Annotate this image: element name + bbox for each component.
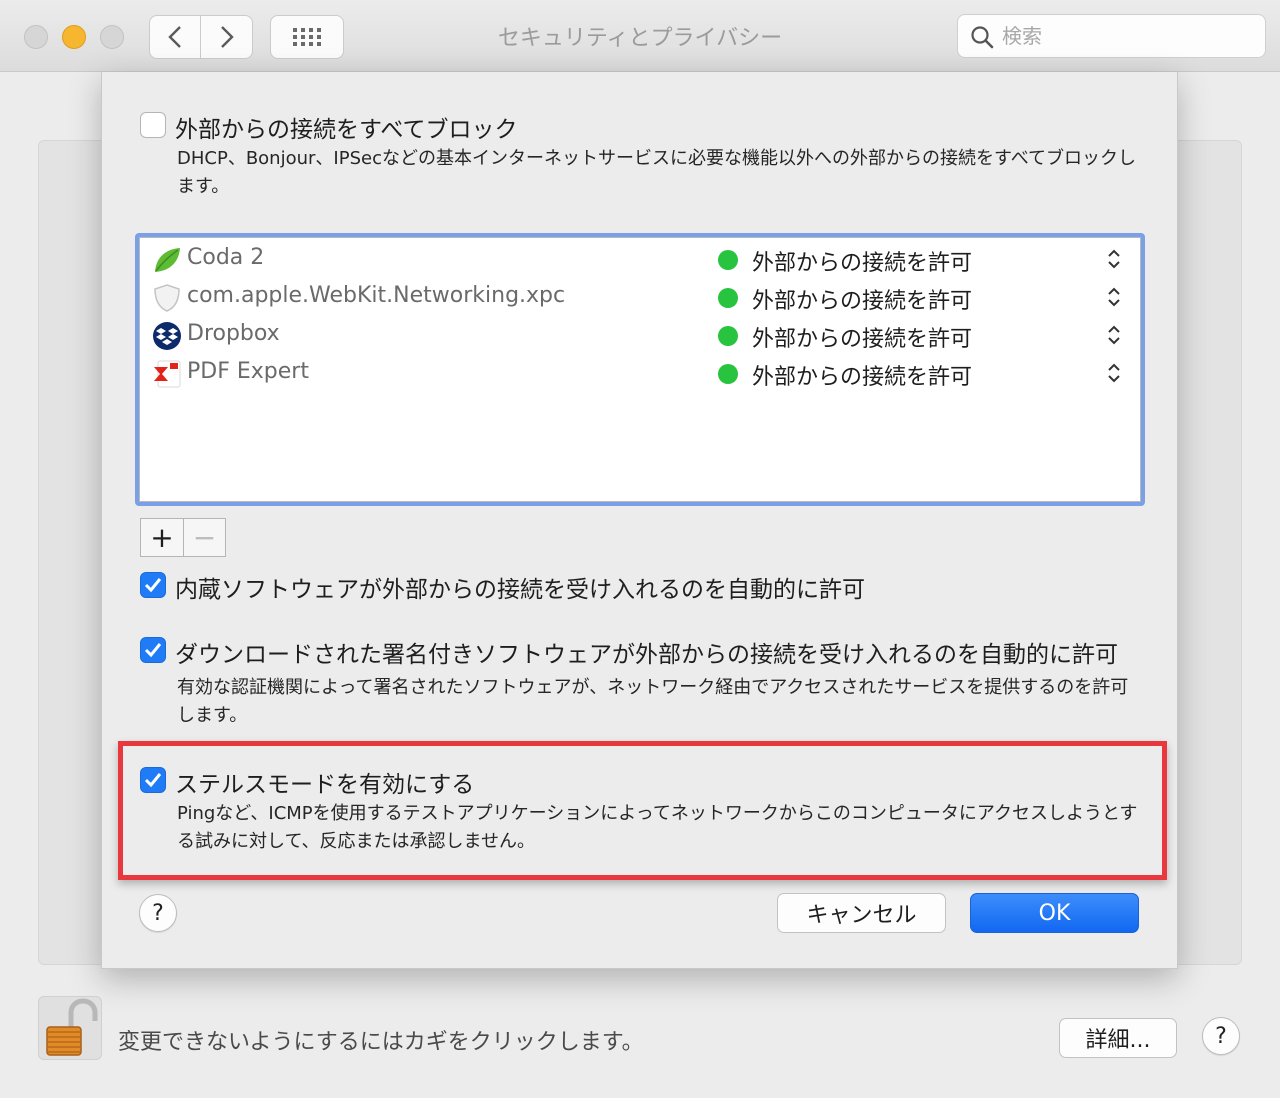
lock-button[interactable] bbox=[38, 996, 102, 1060]
minimize-window-button[interactable] bbox=[62, 25, 86, 49]
app-status: 外部からの接続を許可 bbox=[752, 327, 973, 352]
status-dot bbox=[718, 326, 738, 346]
window-title: セキュリティとプライバシー bbox=[497, 26, 783, 51]
unlocked-padlock-icon bbox=[46, 998, 98, 1056]
add-remove-control: + − bbox=[140, 518, 226, 557]
app-row-coda[interactable]: Coda 2 外部からの接続を許可 bbox=[140, 240, 1140, 278]
app-name: PDF Expert bbox=[187, 359, 309, 384]
block-all-label: 外部からの接続をすべてブロック bbox=[175, 117, 518, 143]
block-all-checkbox[interactable] bbox=[140, 112, 166, 138]
grid-icon bbox=[293, 28, 321, 46]
block-all-description: DHCP、Bonjour、IPSecなどの基本インターネットサービスに必要な機能… bbox=[177, 148, 1136, 197]
sheet-help-button[interactable]: ? bbox=[139, 894, 177, 932]
checkmark-icon bbox=[144, 643, 162, 658]
show-all-button[interactable] bbox=[270, 15, 344, 59]
remove-app-button[interactable]: − bbox=[182, 519, 225, 556]
shield-icon bbox=[154, 284, 180, 312]
pdf-expert-icon bbox=[154, 360, 181, 388]
app-status: 外部からの接続を許可 bbox=[752, 251, 973, 276]
dropbox-icon bbox=[153, 322, 181, 350]
app-row-webkit[interactable]: com.apple.WebKit.Networking.xpc 外部からの接続を… bbox=[140, 278, 1140, 316]
app-row-dropbox[interactable]: Dropbox 外部からの接続を許可 bbox=[140, 316, 1140, 354]
stealth-mode-label: ステルスモードを有効にする bbox=[175, 772, 475, 798]
builtin-auto-label: 内蔵ソフトウェアが外部からの接続を受け入れるのを自動的に許可 bbox=[175, 577, 865, 603]
advanced-button[interactable]: 詳細... bbox=[1059, 1018, 1177, 1058]
signed-auto-checkbox[interactable] bbox=[140, 637, 166, 663]
zoom-window-button[interactable] bbox=[100, 25, 124, 49]
search-input[interactable] bbox=[1002, 21, 1252, 51]
up-down-chevron-icon[interactable] bbox=[1106, 324, 1122, 346]
forward-button[interactable] bbox=[201, 15, 253, 59]
app-name: Dropbox bbox=[187, 321, 280, 346]
footer-help-button[interactable]: ? bbox=[1202, 1017, 1240, 1055]
lock-hint-text: 変更できないようにするにはカギをクリックします。 bbox=[118, 1030, 644, 1055]
leaf-icon bbox=[155, 248, 180, 272]
status-dot bbox=[718, 250, 738, 270]
builtin-auto-checkbox[interactable] bbox=[140, 572, 166, 598]
app-status: 外部からの接続を許可 bbox=[752, 365, 973, 390]
app-name: com.apple.WebKit.Networking.xpc bbox=[187, 283, 566, 308]
checkmark-icon bbox=[144, 773, 162, 788]
signed-auto-description: 有効な認証機関によって署名されたソフトウェアが、ネットワーク経由でアクセスされた… bbox=[177, 677, 1129, 726]
chevron-right-icon bbox=[220, 26, 234, 48]
search-field[interactable] bbox=[957, 14, 1266, 58]
app-name: Coda 2 bbox=[187, 245, 265, 270]
add-app-button[interactable]: + bbox=[141, 519, 183, 556]
status-dot bbox=[718, 364, 738, 384]
chevron-left-icon bbox=[168, 26, 181, 48]
up-down-chevron-icon[interactable] bbox=[1106, 286, 1122, 308]
app-list-inner: Coda 2 外部からの接続を許可 com.apple.WebKit.Netwo… bbox=[139, 237, 1141, 502]
app-status: 外部からの接続を許可 bbox=[752, 289, 973, 314]
search-icon bbox=[971, 26, 994, 49]
app-list[interactable]: Coda 2 外部からの接続を許可 com.apple.WebKit.Netwo… bbox=[135, 233, 1145, 506]
ok-button[interactable]: OK bbox=[970, 893, 1139, 933]
up-down-chevron-icon[interactable] bbox=[1106, 248, 1122, 270]
back-button[interactable] bbox=[149, 15, 201, 59]
cancel-button[interactable]: キャンセル bbox=[777, 893, 946, 933]
signed-auto-label: ダウンロードされた署名付きソフトウェアが外部からの接続を受け入れるのを自動的に許… bbox=[175, 642, 1118, 668]
close-window-button[interactable] bbox=[24, 25, 48, 49]
stealth-mode-checkbox[interactable] bbox=[140, 767, 166, 793]
app-row-pdf-expert[interactable]: PDF Expert 外部からの接続を許可 bbox=[140, 354, 1140, 392]
stealth-mode-description: Pingなど、ICMPを使用するテストアプリケーションによってネットワークからこ… bbox=[177, 803, 1138, 852]
checkmark-icon bbox=[144, 578, 162, 593]
title-bar: セキュリティとプライバシー bbox=[0, 0, 1280, 72]
up-down-chevron-icon[interactable] bbox=[1106, 362, 1122, 384]
status-dot bbox=[718, 288, 738, 308]
